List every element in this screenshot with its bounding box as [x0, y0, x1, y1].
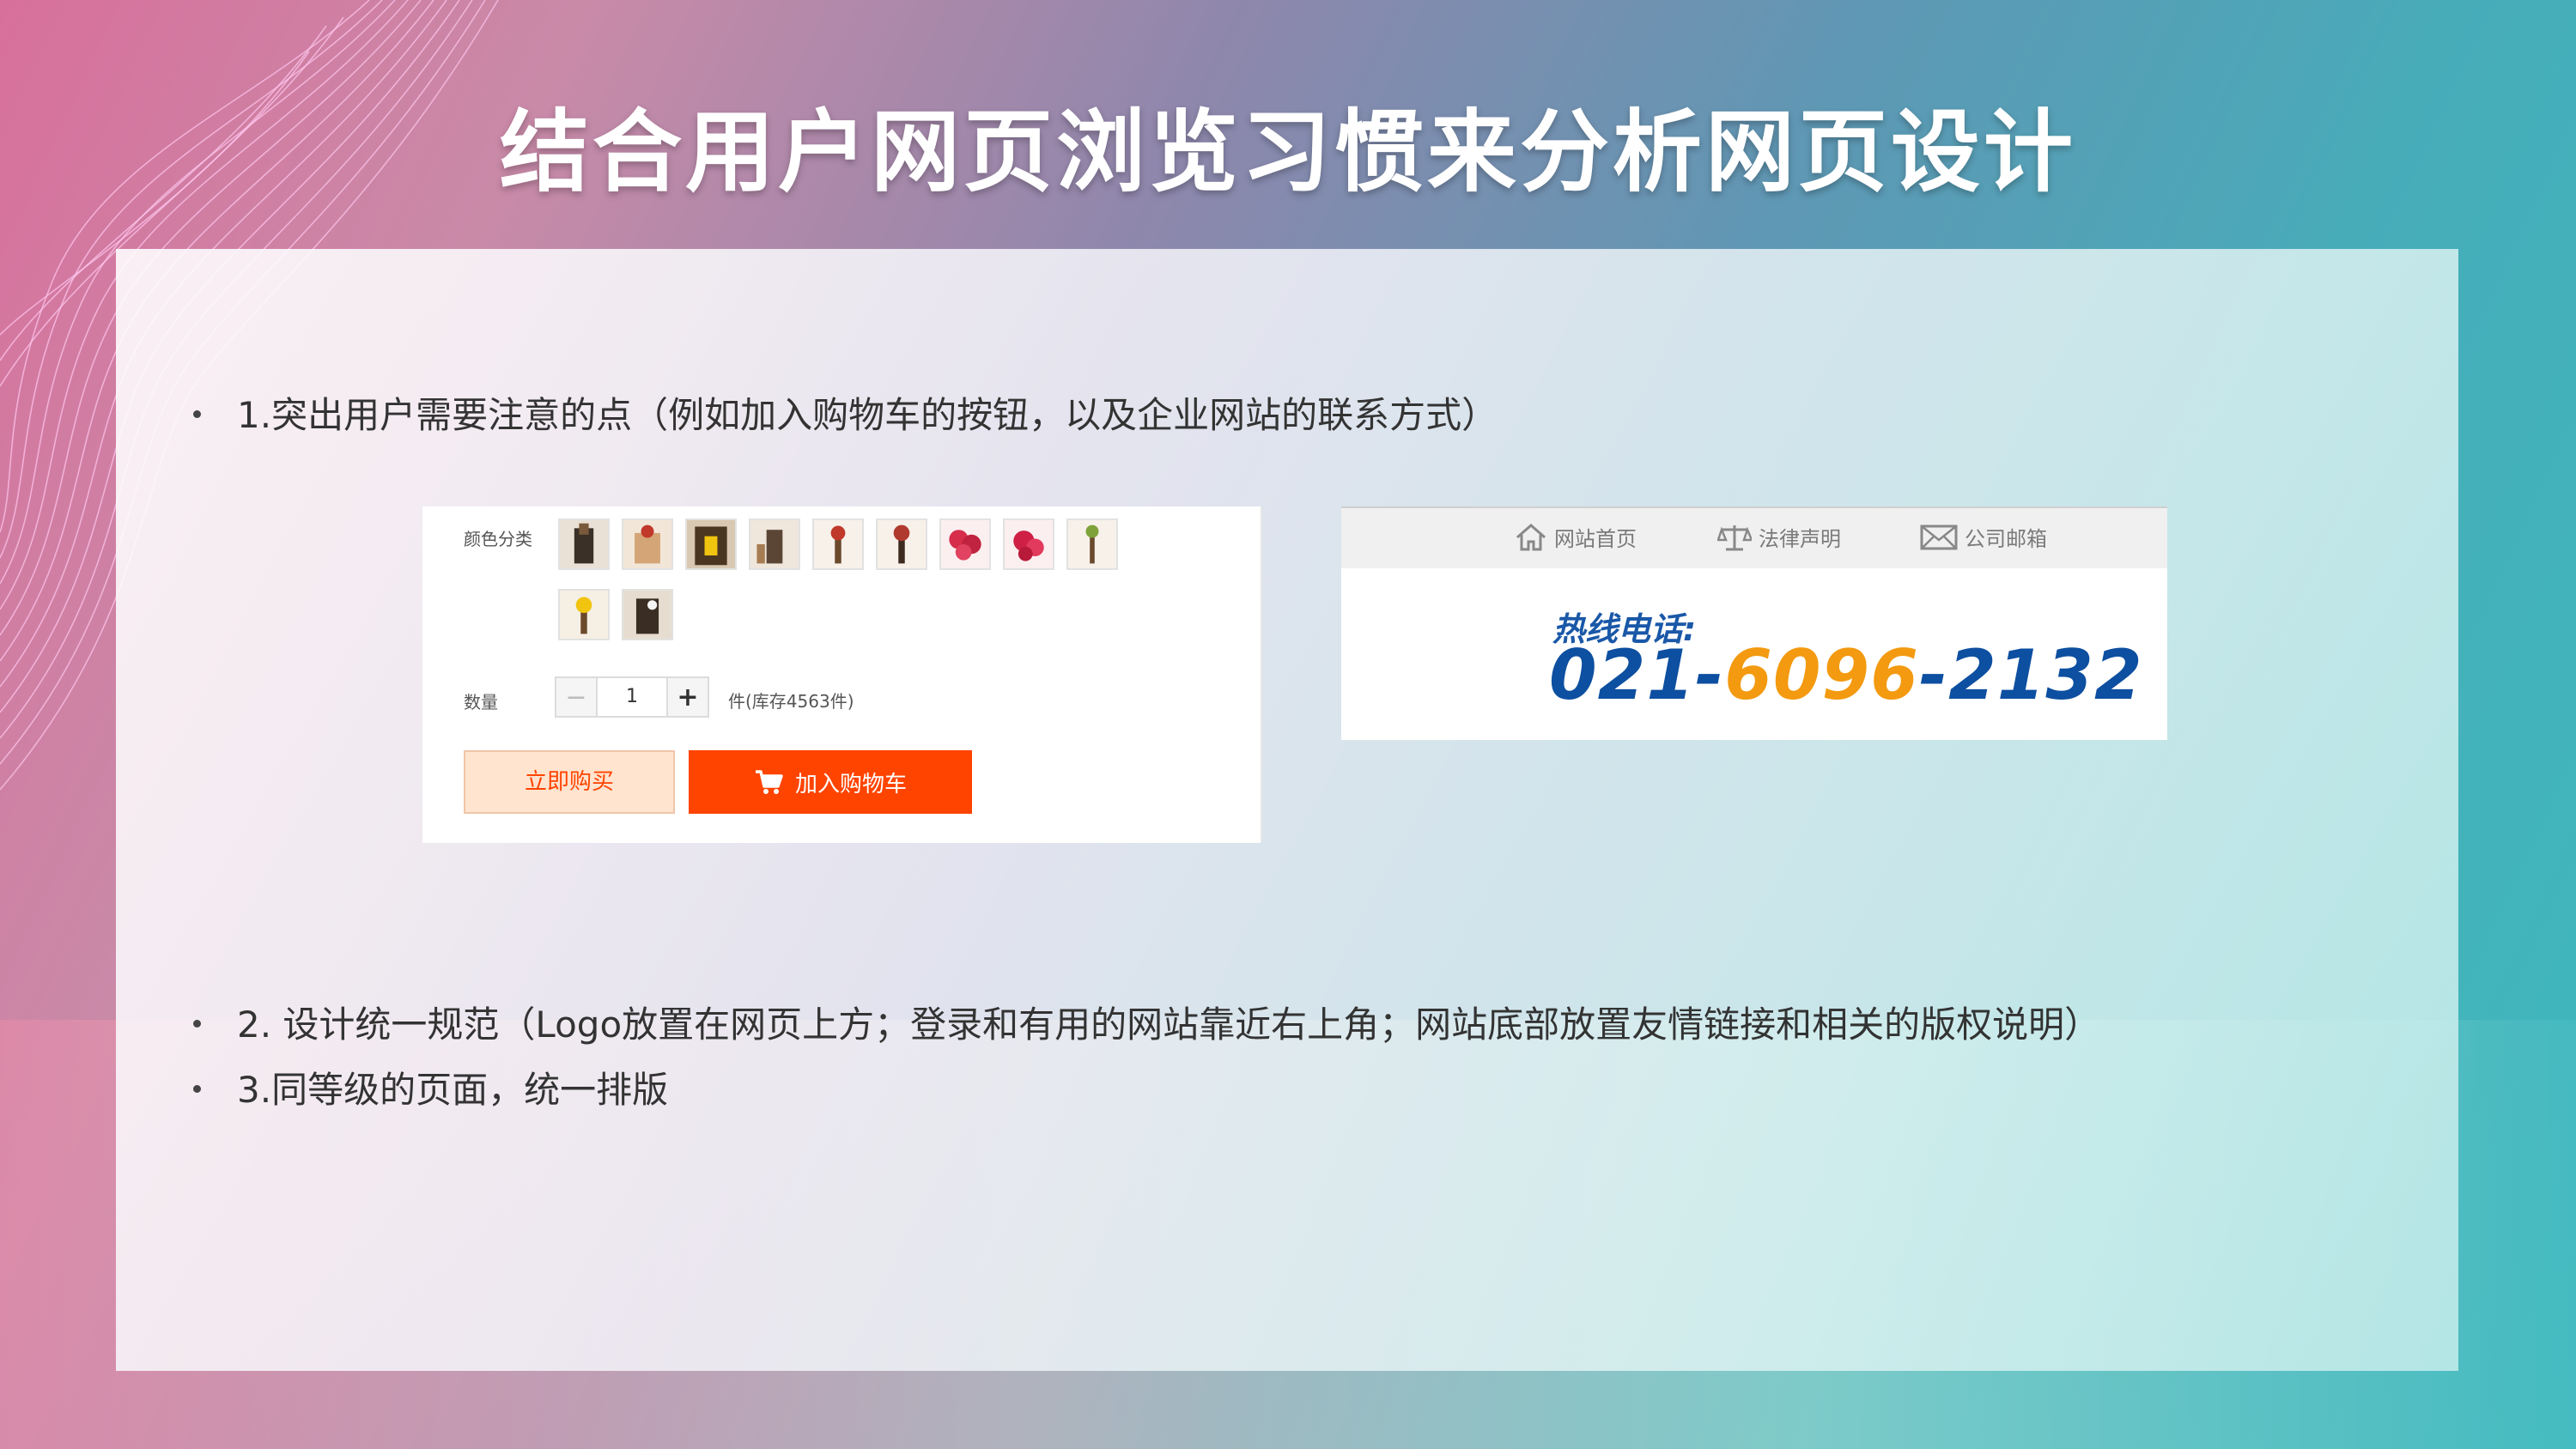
- contact-nav-bar: 网站首页 法律声明 公司邮箱: [1341, 506, 2167, 568]
- quantity-input[interactable]: 1: [598, 678, 666, 716]
- bullet-item-3: 3.同等级的页面，统一排版: [193, 1061, 668, 1113]
- bullet-dot: [193, 1085, 201, 1093]
- bullet-text: 1.突出用户需要注意的点（例如加入购物车的按钮，以及企业网站的联系方式）: [237, 394, 1498, 436]
- color-option-thumbnail[interactable]: [876, 518, 927, 570]
- phone-area-code: 021-: [1549, 635, 1725, 715]
- nav-item-label: 法律声明: [1759, 527, 1841, 551]
- bullet-text: 3.同等级的页面，统一排版: [237, 1069, 669, 1111]
- bullet-item-1: 1.突出用户需要注意的点（例如加入购物车的按钮，以及企业网站的联系方式）: [193, 386, 1498, 439]
- color-option-thumbnail[interactable]: [685, 518, 737, 570]
- hotline-phone-number: 021-6096-2132: [1549, 635, 2143, 715]
- phone-line-number: -2132: [1918, 635, 2143, 715]
- add-to-cart-button[interactable]: 加入购物车: [689, 750, 972, 814]
- color-option-thumbnail[interactable]: [812, 518, 864, 570]
- nav-item-legal[interactable]: 法律声明: [1717, 522, 1841, 552]
- bullet-item-2: 2. 设计统一规范（Logo放置在网页上方；登录和有用的网站靠近右上角；网站底部…: [193, 996, 2100, 1048]
- slide-title: 结合用户网页浏览习惯来分析网页设计: [499, 100, 2076, 204]
- decrease-quantity-button[interactable]: −: [556, 678, 598, 716]
- quantity-label: 数量: [464, 692, 498, 712]
- cart-icon: [755, 770, 783, 794]
- bullet-dot: [193, 1020, 201, 1028]
- color-option-thumbnail[interactable]: [939, 518, 991, 570]
- increase-quantity-button[interactable]: +: [666, 678, 708, 716]
- color-option-thumbnail[interactable]: [749, 518, 800, 570]
- product-purchase-panel: 颜色分类 数量 − 1 + 件(库存4563件) 立即购买 加入购物车: [422, 506, 1262, 843]
- nav-item-home[interactable]: 网站首页: [1515, 522, 1637, 552]
- nav-item-email[interactable]: 公司邮箱: [1920, 522, 2047, 552]
- phone-prefix: 6096: [1724, 635, 1919, 715]
- color-option-thumbnail[interactable]: [558, 518, 610, 570]
- mail-icon: [1920, 524, 1958, 549]
- color-option-thumbnail[interactable]: [622, 589, 673, 640]
- add-to-cart-label: 加入购物车: [794, 771, 907, 797]
- bullet-text: 2. 设计统一规范（Logo放置在网页上方；登录和有用的网站靠近右上角；网站底部…: [237, 1003, 2101, 1046]
- home-icon: [1516, 523, 1546, 550]
- contact-info-panel: 网站首页 法律声明 公司邮箱 热线电话: 021-6096-2132: [1341, 506, 2167, 740]
- color-option-thumbnail[interactable]: [558, 589, 610, 640]
- quantity-stepper: − 1 +: [555, 676, 709, 718]
- color-option-thumbnail[interactable]: [1003, 518, 1054, 570]
- stock-text: 件(库存4563件): [728, 691, 854, 712]
- bullet-dot: [193, 410, 201, 418]
- nav-item-label: 公司邮箱: [1965, 527, 2047, 551]
- color-option-thumbnail[interactable]: [622, 518, 673, 570]
- color-option-thumbnail[interactable]: [1066, 518, 1118, 570]
- scale-icon: [1717, 524, 1752, 550]
- color-category-label: 颜色分类: [464, 529, 532, 549]
- buy-now-button[interactable]: 立即购买: [464, 750, 675, 814]
- nav-item-label: 网站首页: [1554, 527, 1637, 551]
